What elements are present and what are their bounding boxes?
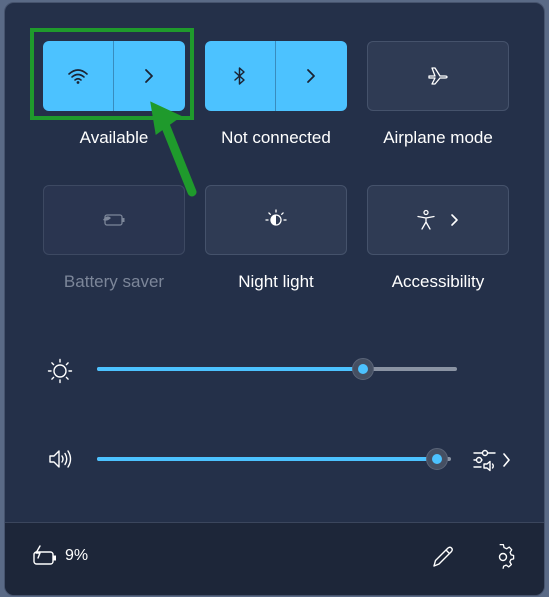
bluetooth-toggle-button[interactable] (205, 41, 275, 111)
brightness-icon (47, 358, 73, 384)
audio-output-button[interactable] (471, 447, 515, 473)
accessibility-label: Accessibility (391, 272, 485, 291)
airplane-mode-tile[interactable] (367, 41, 509, 111)
airplane-mode-label: Airplane mode (383, 128, 493, 147)
bluetooth-icon (234, 67, 245, 85)
annotation-arrow-icon (150, 101, 197, 197)
volume-slider-fill (97, 457, 437, 461)
volume-slider-thumb[interactable] (426, 448, 448, 470)
battery-charging-icon (33, 545, 56, 565)
bluetooth-tile (205, 41, 347, 111)
chevron-right-icon (451, 214, 458, 226)
battery-saver-label: Battery saver (63, 272, 165, 291)
speaker-icon (49, 450, 72, 468)
chevron-right-icon (307, 69, 315, 83)
night-light-icon (265, 209, 287, 226)
accessibility-icon (417, 209, 435, 230)
airplane-icon (428, 67, 448, 85)
brightness-slider-fill (97, 367, 363, 371)
audio-mixer-icon (473, 449, 510, 472)
battery-percentage: 9% (65, 547, 89, 564)
pencil-icon (433, 546, 453, 567)
brightness-slider-thumb[interactable] (352, 358, 374, 380)
bluetooth-label: Not connected (221, 128, 331, 147)
edit-quick-settings-button[interactable] (429, 543, 457, 571)
night-light-label: Night light (238, 272, 314, 291)
gear-icon (498, 543, 515, 569)
battery-saver-icon (103, 214, 125, 226)
brightness-slider[interactable] (97, 357, 457, 381)
accessibility-tile[interactable] (367, 185, 509, 255)
night-light-tile[interactable] (205, 185, 347, 255)
settings-button[interactable] (489, 543, 517, 571)
volume-slider[interactable] (97, 447, 451, 471)
bluetooth-expand-button[interactable] (276, 41, 346, 111)
